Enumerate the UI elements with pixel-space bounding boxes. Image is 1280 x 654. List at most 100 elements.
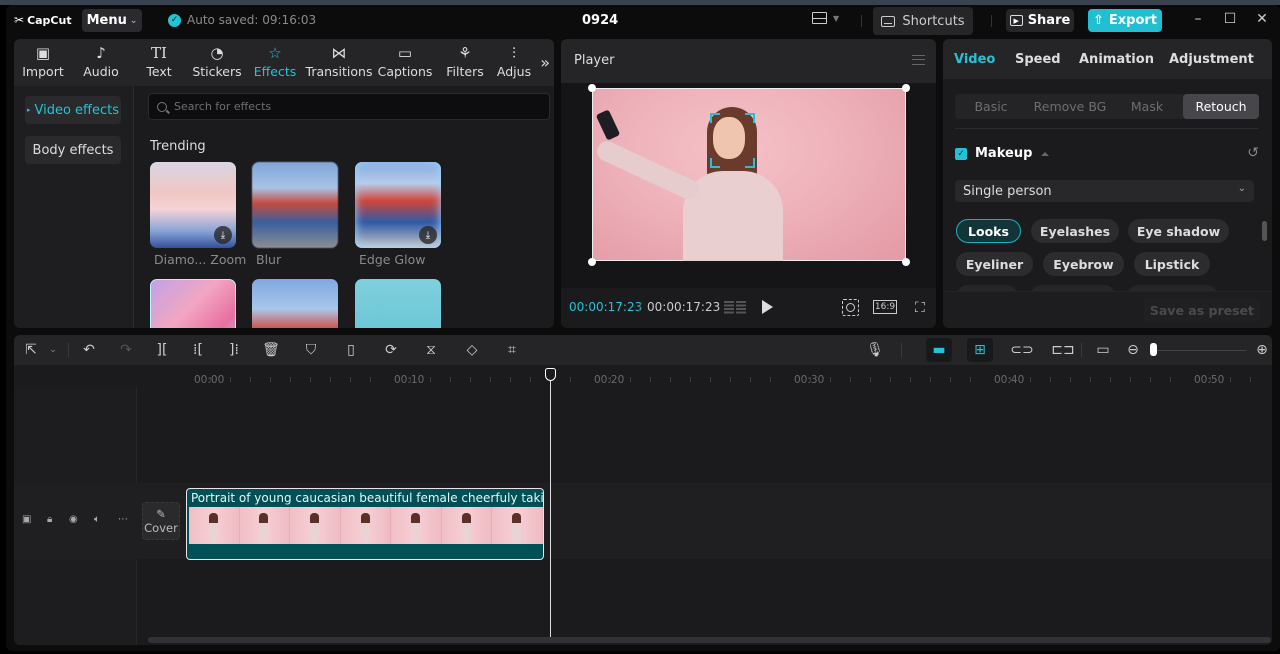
- tab-adjustment[interactable]: Adjustment: [1169, 52, 1254, 67]
- tab-stickers[interactable]: ◔ Stickers: [188, 39, 246, 86]
- maximize-button[interactable]: ☐: [1220, 11, 1240, 27]
- effects-search[interactable]: [148, 93, 550, 120]
- more-options-icon[interactable]: ⋯: [118, 514, 128, 525]
- tab-video[interactable]: Video: [954, 52, 995, 67]
- tab-effects[interactable]: ☆ Effects: [246, 39, 304, 86]
- sidebar-item-body-effects[interactable]: Body effects: [25, 136, 121, 164]
- video-clip[interactable]: Portrait of young caucasian beautiful fe…: [186, 488, 544, 560]
- link-icon[interactable]: ⊂⊃: [1010, 342, 1033, 358]
- tab-filters[interactable]: ⚘ Filters: [436, 39, 494, 86]
- tab-captions[interactable]: ▭ Captions: [374, 39, 436, 86]
- effect-thumb[interactable]: [355, 279, 441, 328]
- zoom-slider-handle[interactable]: [1150, 343, 1157, 356]
- microphone-icon[interactable]: 🎙: [866, 342, 884, 358]
- effect-thumb-diamond-zoom[interactable]: ⤓: [150, 162, 236, 248]
- zoom-fit-icon[interactable]: [842, 299, 859, 316]
- timeline-zoom-slider[interactable]: [1154, 350, 1246, 351]
- total-timecode: 00:00:17:23: [647, 300, 721, 314]
- tab-adjustment[interactable]: ⫶ Adjus: [494, 39, 534, 86]
- play-icon[interactable]: [762, 300, 773, 314]
- sidebar-item-video-effects[interactable]: ▸ Video effects: [25, 96, 121, 124]
- resize-handle[interactable]: [902, 84, 910, 92]
- layout-button[interactable]: ▼: [812, 12, 839, 24]
- playhead-handle[interactable]: [545, 368, 556, 381]
- fullscreen-icon[interactable]: ⛶: [915, 300, 925, 316]
- select-cursor-icon[interactable]: ⇱: [22, 342, 40, 358]
- properties-scrollbar[interactable]: [1262, 221, 1267, 241]
- effect-thumb-blur[interactable]: [252, 162, 338, 248]
- tab-animation[interactable]: Animation: [1079, 52, 1154, 67]
- chip-eyebrow[interactable]: Eyebrow: [1043, 252, 1124, 276]
- main-track-magnet-icon[interactable]: ▬: [926, 338, 952, 362]
- freeze-frame-icon[interactable]: ▯: [342, 342, 360, 358]
- resize-handle[interactable]: [902, 258, 910, 266]
- chip-eyeliner[interactable]: Eyeliner: [956, 252, 1033, 276]
- current-timecode: 00:00:17:23: [569, 300, 643, 314]
- minimize-button[interactable]: –: [1188, 11, 1208, 27]
- save-preset-button[interactable]: Save as preset: [1143, 298, 1260, 322]
- aspect-ratio-button[interactable]: 16:9: [873, 300, 897, 314]
- resize-handle[interactable]: [588, 258, 596, 266]
- waveform-icon[interactable]: [724, 301, 746, 315]
- rotate-icon[interactable]: ◇: [463, 342, 481, 358]
- export-button[interactable]: ⇧ Export: [1088, 9, 1162, 32]
- share-button[interactable]: ▶ Share: [1006, 9, 1074, 32]
- chip-looks[interactable]: Looks: [956, 219, 1021, 243]
- tab-speed[interactable]: Speed: [1015, 52, 1061, 67]
- reverse-play-icon[interactable]: ⟳: [382, 342, 400, 358]
- close-button[interactable]: ✕: [1252, 11, 1272, 27]
- clip-frame: [340, 507, 392, 544]
- chip-eye-shadow[interactable]: Eye shadow: [1128, 219, 1229, 243]
- resize-handle[interactable]: [588, 84, 596, 92]
- redo-icon[interactable]: ↷: [117, 342, 135, 358]
- timeline-ruler[interactable]: 00:00 00:10 00:20 00:30 00:40 00:50: [14, 365, 1272, 387]
- collapse-caret-icon[interactable]: [1041, 152, 1049, 156]
- timeline-horizontal-scrollbar[interactable]: [148, 637, 1271, 643]
- video-frame[interactable]: [592, 88, 906, 261]
- makeup-checkbox[interactable]: ✓: [955, 148, 967, 160]
- menu-button[interactable]: Menu ⌄: [82, 9, 142, 32]
- effect-thumb[interactable]: [150, 279, 236, 328]
- effect-thumb-edge-glow[interactable]: ⤓: [355, 162, 441, 248]
- chip-eyelashes[interactable]: Eyelashes: [1031, 219, 1119, 243]
- auto-snap-icon[interactable]: ⊞: [967, 338, 993, 362]
- cover-button[interactable]: ✎ Cover: [142, 502, 180, 540]
- effect-thumb[interactable]: [252, 279, 338, 328]
- volume-icon[interactable]: 🔈︎: [94, 514, 100, 525]
- tab-text[interactable]: TI Text: [130, 39, 188, 86]
- person-select[interactable]: Single person ⌄: [955, 180, 1254, 202]
- playhead-line[interactable]: [550, 373, 551, 637]
- chevron-down-icon[interactable]: ⌄: [44, 342, 62, 358]
- zoom-to-fit-icon[interactable]: ▭: [1094, 342, 1112, 358]
- split-right-icon[interactable]: ]⁞: [225, 342, 243, 358]
- download-icon[interactable]: ⤓: [419, 226, 437, 244]
- lock-icon[interactable]: 🔒︎: [47, 514, 52, 525]
- more-tabs-chevron-icon[interactable]: »: [540, 53, 550, 72]
- zoom-out-icon[interactable]: ⊖: [1124, 342, 1142, 358]
- shortcuts-button[interactable]: Shortcuts: [873, 7, 973, 35]
- split-left-icon[interactable]: ⁞[: [189, 342, 207, 358]
- player-menu-icon[interactable]: [912, 55, 925, 65]
- chip-lipstick[interactable]: Lipstick: [1134, 252, 1210, 276]
- mirror-icon[interactable]: ⧖: [422, 342, 440, 358]
- crop-icon[interactable]: ⌗: [503, 342, 521, 358]
- undo-icon[interactable]: ↶: [80, 342, 98, 358]
- subtab-basic[interactable]: Basic: [955, 94, 1027, 119]
- preview-axis-icon[interactable]: ⊏⊐: [1051, 342, 1074, 358]
- search-input[interactable]: [174, 100, 534, 113]
- tab-transitions[interactable]: ⋈ Transitions: [304, 39, 374, 86]
- reset-icon[interactable]: ↺: [1247, 145, 1259, 161]
- tab-import[interactable]: ▣ Import: [14, 39, 72, 86]
- delete-icon[interactable]: 🗑: [262, 342, 280, 358]
- track-video-icon[interactable]: ▣: [22, 514, 31, 525]
- zoom-in-icon[interactable]: ⊕: [1253, 342, 1271, 358]
- download-icon[interactable]: ⤓: [214, 226, 232, 244]
- ruler-tick: [1210, 377, 1211, 382]
- subtab-remove-bg[interactable]: Remove BG: [1029, 94, 1111, 119]
- tab-audio[interactable]: ♪ Audio: [72, 39, 130, 86]
- subtab-mask[interactable]: Mask: [1113, 94, 1181, 119]
- subtab-retouch[interactable]: Retouch: [1183, 94, 1259, 119]
- eye-icon[interactable]: ◉: [69, 514, 78, 525]
- mark-shield-icon[interactable]: ⛉: [302, 342, 320, 358]
- split-icon[interactable]: ][: [153, 342, 171, 358]
